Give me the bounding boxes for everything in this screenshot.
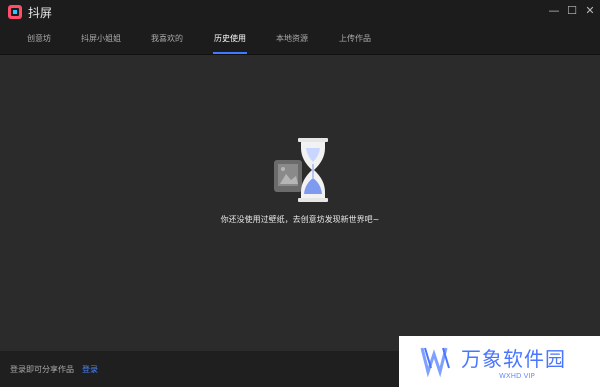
app-logo-icon	[8, 5, 22, 19]
title-bar: 抖屏 — ☐ ✕	[0, 0, 600, 24]
empty-state-message: 你还没使用过壁纸，去创意坊发现新世界吧~	[220, 215, 380, 224]
maximize-button[interactable]: ☐	[565, 4, 579, 18]
tab-creative[interactable]: 创意坊	[27, 24, 51, 54]
nav-bar: 创意坊 抖屏小姐姐 我喜欢的 历史使用 本地资源 上传作品	[0, 24, 600, 55]
app-title: 抖屏	[28, 6, 53, 20]
watermark-subtitle: WXHD VIP	[499, 372, 535, 380]
active-tab-indicator	[213, 52, 247, 54]
tab-douping-girls[interactable]: 抖屏小姐姐	[81, 24, 121, 54]
tab-history[interactable]: 历史使用	[214, 24, 246, 54]
hourglass-icon	[274, 138, 328, 202]
close-button[interactable]: ✕	[583, 4, 597, 18]
login-link[interactable]: 登录	[82, 364, 98, 375]
watermark-logo-icon	[420, 347, 450, 378]
watermark: 万象软件园 WXHD VIP	[399, 336, 600, 387]
tab-local-resources[interactable]: 本地资源	[276, 24, 308, 54]
watermark-brand: 万象软件园	[461, 347, 566, 371]
tab-upload[interactable]: 上传作品	[339, 24, 371, 54]
tab-favorites[interactable]: 我喜欢的	[151, 24, 183, 54]
footer-login-hint: 登录即可分享作品	[10, 365, 74, 374]
minimize-button[interactable]: —	[547, 4, 561, 18]
